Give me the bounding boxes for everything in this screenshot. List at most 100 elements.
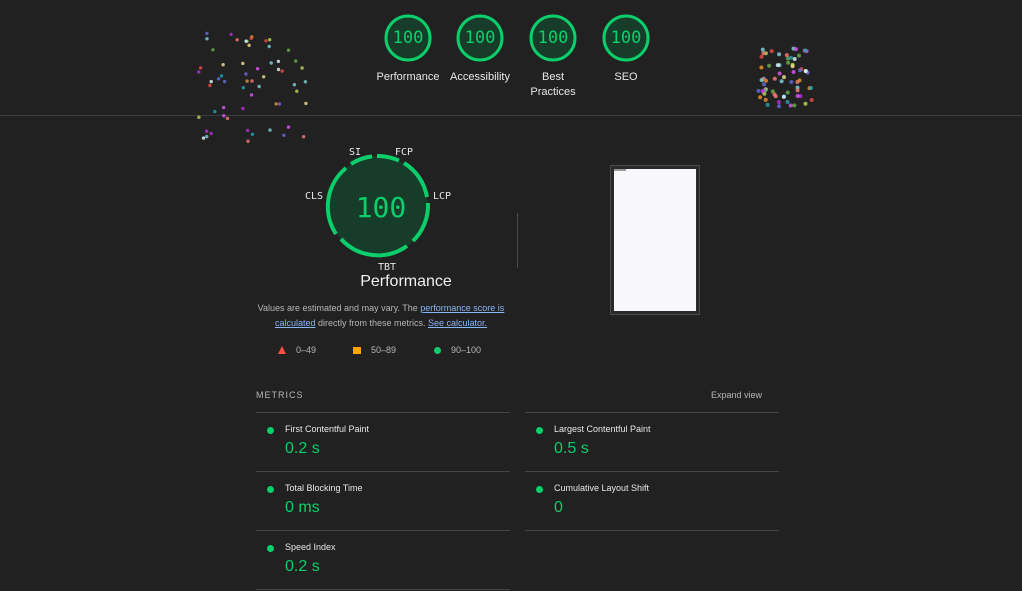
confetti-dot <box>213 109 217 114</box>
legend-pass-label: 90–100 <box>451 345 482 355</box>
confetti-left <box>197 31 308 143</box>
confetti-dot <box>756 88 761 93</box>
confetti-dot <box>759 54 764 59</box>
confetti-dot <box>221 105 226 110</box>
confetti-dot <box>250 132 255 136</box>
gauge-accessibility[interactable]: 100 Accessibility <box>440 14 520 85</box>
confetti-dot <box>244 39 248 43</box>
metrics-column-right: Largest Contentful Paint 0.5 s Cumulativ… <box>525 412 779 531</box>
confetti-dot <box>777 52 782 57</box>
performance-description: Values are estimated and may vary. The p… <box>256 301 506 331</box>
confetti-dot <box>809 86 813 90</box>
confetti-dot <box>770 89 775 94</box>
pass-dot-icon <box>536 427 543 434</box>
confetti-dot <box>197 115 201 119</box>
confetti-dot <box>775 63 780 68</box>
score-value: 100 <box>610 28 642 48</box>
confetti-dot <box>303 80 308 84</box>
confetti-dot <box>761 51 766 56</box>
confetti-dot <box>235 38 239 42</box>
gauge-label: Best Practices <box>530 71 576 98</box>
confetti-dot <box>257 84 261 89</box>
confetti-dot <box>760 88 765 93</box>
legend-fail: 0–49 <box>278 345 316 355</box>
gauge-performance[interactable]: 100 Performance <box>368 14 448 85</box>
metric-speed-index: Speed Index 0.2 s <box>256 530 510 590</box>
metric-value: 0.5 s <box>554 440 589 457</box>
confetti-dot <box>786 60 791 65</box>
confetti-dot <box>791 70 796 74</box>
performance-title: Performance <box>360 273 452 290</box>
page-preview <box>614 169 696 311</box>
confetti-dot <box>282 133 286 137</box>
circle-icon <box>434 346 441 354</box>
expand-view-button[interactable]: Expand view <box>711 390 762 400</box>
desc-text: directly from these metrics. <box>315 318 428 328</box>
confetti-dot <box>765 102 770 107</box>
triangle-icon <box>278 346 286 354</box>
confetti-dot <box>211 48 215 52</box>
confetti-dot <box>781 94 786 99</box>
confetti-dot <box>209 79 213 84</box>
confetti-dot <box>249 36 253 40</box>
pass-dot-icon <box>267 427 274 434</box>
confetti-dot <box>249 93 254 97</box>
confetti-dot <box>222 114 226 118</box>
pass-dot-icon <box>536 486 543 493</box>
confetti-dot <box>246 128 250 133</box>
confetti-dot <box>773 94 778 99</box>
metric-value: 0.2 s <box>285 440 320 457</box>
confetti-right <box>756 46 814 109</box>
confetti-dot <box>225 116 230 121</box>
confetti-dot <box>286 125 291 129</box>
confetti-dot <box>250 79 254 83</box>
confetti-dot <box>241 106 245 111</box>
performance-score: 100 <box>355 191 407 224</box>
score-value: 100 <box>464 28 496 48</box>
score-value: 100 <box>392 28 424 48</box>
metric-value: 0 <box>554 499 563 516</box>
confetti-dot <box>204 129 209 133</box>
confetti-dot <box>295 89 299 93</box>
confetti-dot <box>803 48 808 53</box>
desc-text: Values are estimated and may vary. The <box>257 303 421 313</box>
confetti-dot <box>274 102 278 106</box>
confetti-dot <box>809 98 814 102</box>
gauge-best-practices[interactable]: 100 Best Practices <box>513 14 593 100</box>
score-value: 100 <box>537 28 569 48</box>
gauge-label-cls: CLS <box>305 191 324 202</box>
confetti-dot <box>267 44 271 49</box>
confetti-dot <box>792 57 797 61</box>
gauge-label-tbt: TBT <box>378 262 397 273</box>
confetti-dot <box>246 139 250 143</box>
metric-title: First Contentful Paint <box>285 424 370 434</box>
legend-average: 50–89 <box>353 345 396 355</box>
confetti-dot <box>222 79 227 84</box>
calculator-link[interactable]: See calculator. <box>428 318 487 328</box>
confetti-dot <box>788 55 793 60</box>
confetti-dot <box>276 59 281 64</box>
confetti-dot <box>268 128 272 132</box>
confetti-dot <box>209 131 213 136</box>
confetti-dot <box>221 63 225 67</box>
confetti-dot <box>797 78 802 83</box>
square-icon <box>353 346 361 354</box>
legend-pass: 90–100 <box>434 345 481 355</box>
confetti-dot <box>304 101 308 106</box>
pass-dot-icon <box>267 486 274 493</box>
confetti-dot <box>205 31 209 36</box>
confetti-dot <box>759 65 764 70</box>
gauge-seo[interactable]: 100 SEO <box>586 14 666 85</box>
confetti-dot <box>219 74 224 78</box>
gauge-label: Accessibility <box>450 71 510 83</box>
confetti-dot <box>767 63 772 68</box>
metric-total-blocking-time: Total Blocking Time 0 ms <box>256 471 510 530</box>
performance-gauge: 100 SI FCP LCP CLS TBT <box>303 143 463 273</box>
confetti-dot <box>255 67 260 71</box>
confetti-dot <box>205 37 209 41</box>
metric-title: Total Blocking Time <box>285 483 363 493</box>
final-screenshot-thumbnail[interactable] <box>610 165 700 315</box>
confetti-dot <box>761 82 766 87</box>
confetti-dot <box>760 47 765 52</box>
confetti-dot <box>763 97 768 102</box>
